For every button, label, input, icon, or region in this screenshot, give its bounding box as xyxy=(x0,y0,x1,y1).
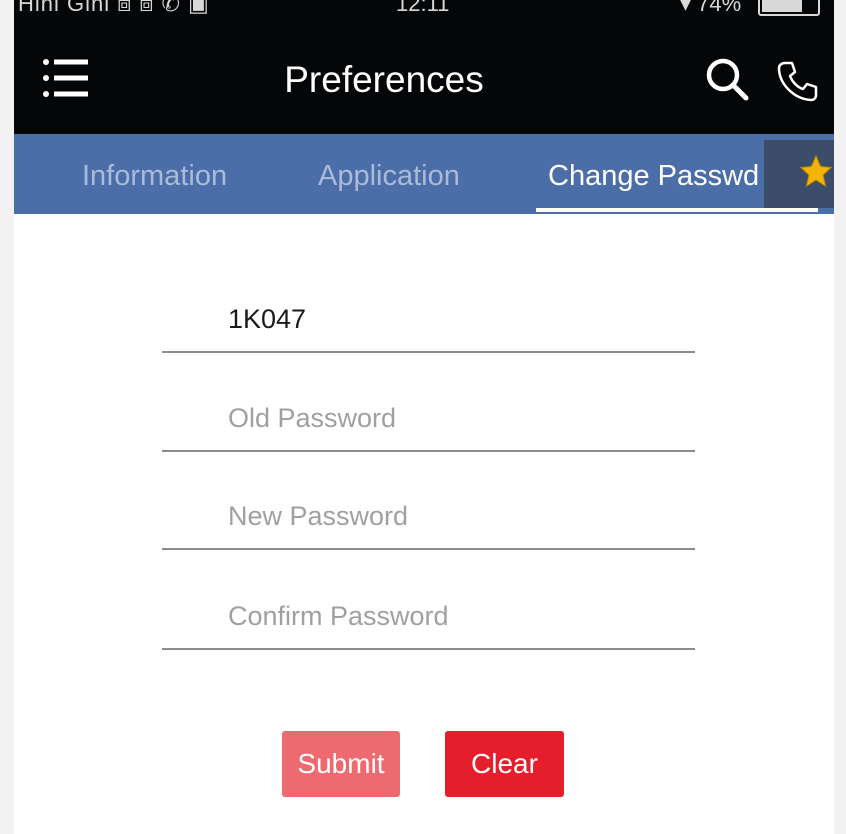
tab-change-password[interactable]: Change Passwd xyxy=(548,160,759,193)
status-battery-percent: ▾ 74% xyxy=(680,0,742,16)
tab-application[interactable]: Application xyxy=(318,160,460,193)
menu-icon[interactable] xyxy=(42,56,90,100)
confirm-password-field xyxy=(162,580,695,650)
status-bar: Hini Gini ⧈ ⧈ ✆ ▣ 12:11 ▾ 74% xyxy=(14,0,834,26)
phone-icon[interactable] xyxy=(776,60,818,102)
status-time: 12:11 xyxy=(396,0,450,16)
new-password-field xyxy=(162,480,695,550)
user-id-input[interactable] xyxy=(228,297,678,341)
battery-fill xyxy=(762,0,802,12)
old-password-field xyxy=(162,382,695,452)
active-tab-indicator xyxy=(536,208,818,212)
app-screen: Hini Gini ⧈ ⧈ ✆ ▣ 12:11 ▾ 74% Preference… xyxy=(14,0,834,834)
new-password-input[interactable] xyxy=(228,494,678,538)
app-toolbar: Preferences xyxy=(14,26,834,134)
submit-button[interactable]: Submit xyxy=(282,731,400,797)
tab-information[interactable]: Information xyxy=(82,160,227,193)
star-icon[interactable] xyxy=(764,140,834,208)
confirm-password-input[interactable] xyxy=(228,594,678,638)
page-title: Preferences xyxy=(284,59,484,100)
status-notifications: Hini Gini ⧈ ⧈ ✆ ▣ xyxy=(18,0,210,16)
clear-button[interactable]: Clear xyxy=(445,731,564,797)
search-icon[interactable] xyxy=(704,56,750,102)
old-password-input[interactable] xyxy=(228,396,678,440)
user-id-field xyxy=(162,283,695,353)
tab-bar: Information Application Change Passwd xyxy=(14,134,834,214)
battery-icon xyxy=(758,0,820,16)
